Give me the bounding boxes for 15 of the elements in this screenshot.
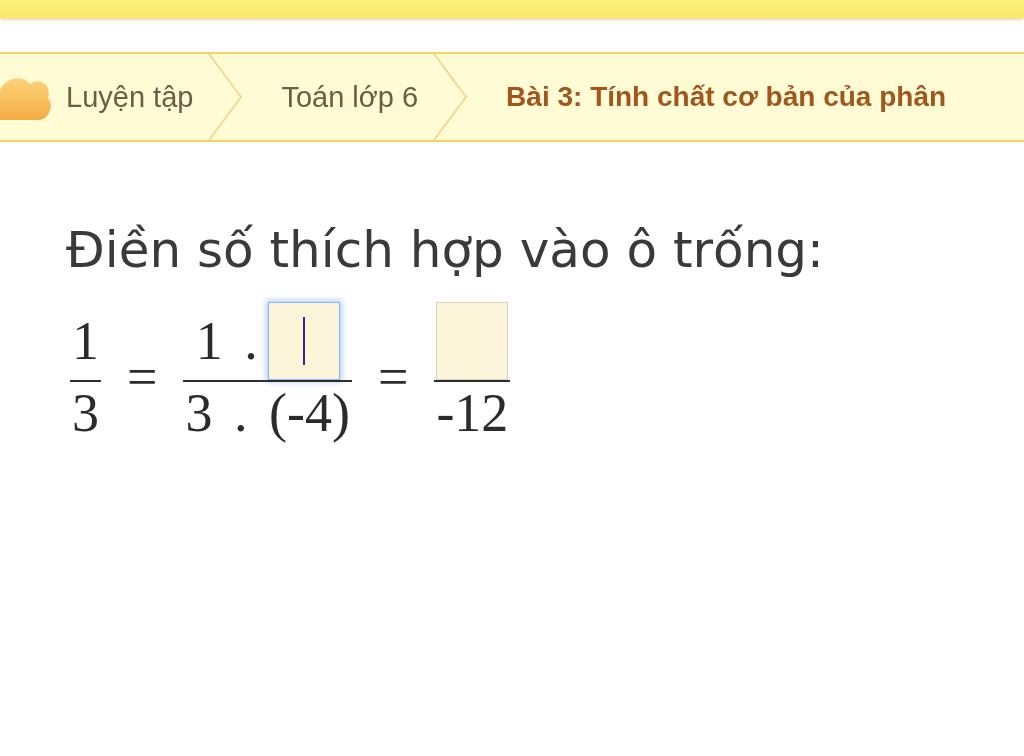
math-operator: = (377, 350, 409, 404)
answer-box[interactable] (436, 302, 509, 380)
numerator-text: 1 (72, 314, 99, 373)
text-cursor-icon (302, 317, 305, 365)
numerator-text: 1 . (195, 314, 258, 373)
chevron-icon (432, 54, 469, 140)
question-text: Điền số thích hợp vào ô trống: (66, 220, 824, 280)
breadcrumb-link[interactable]: Bài 3: Tính chất cơ bản của phân (506, 81, 947, 113)
answer-box[interactable] (267, 302, 340, 380)
denominator-text: 3 (72, 386, 99, 440)
denominator-text: -12 (436, 386, 509, 440)
math-operator: = (127, 350, 158, 404)
breadcrumb-link[interactable]: Toán lớp 6 (281, 80, 419, 114)
chevron-icon (207, 54, 244, 140)
breadcrumb-link[interactable]: Luyện tập (66, 80, 194, 114)
